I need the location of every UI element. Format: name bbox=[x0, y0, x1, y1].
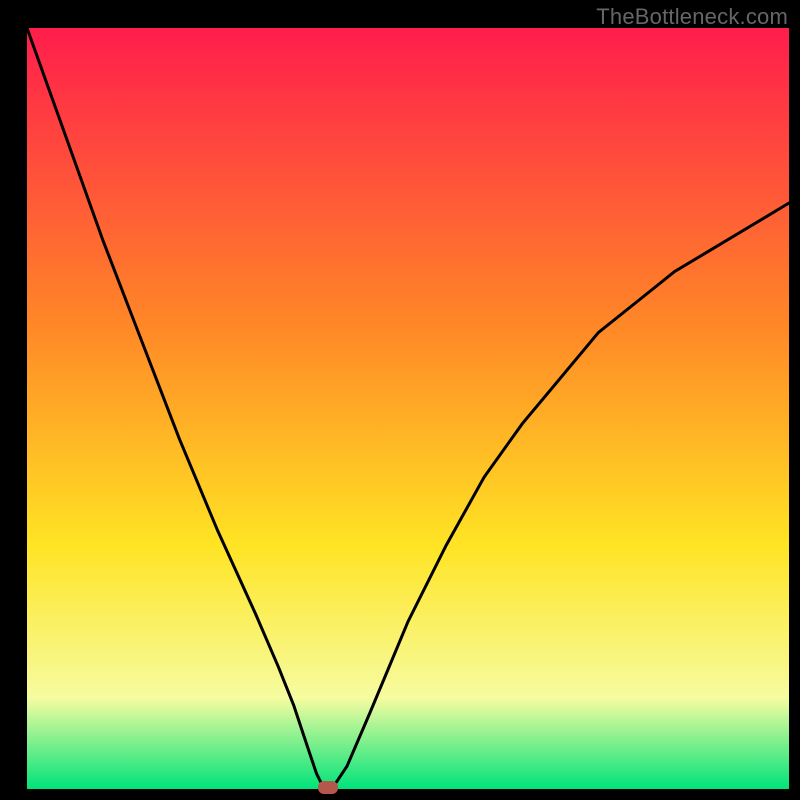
optimal-marker bbox=[318, 781, 338, 794]
watermark-text: TheBottleneck.com bbox=[596, 4, 788, 30]
plot-background bbox=[27, 28, 789, 789]
chart-frame: { "watermark": "TheBottleneck.com", "col… bbox=[0, 0, 800, 800]
bottleneck-chart bbox=[0, 0, 800, 800]
